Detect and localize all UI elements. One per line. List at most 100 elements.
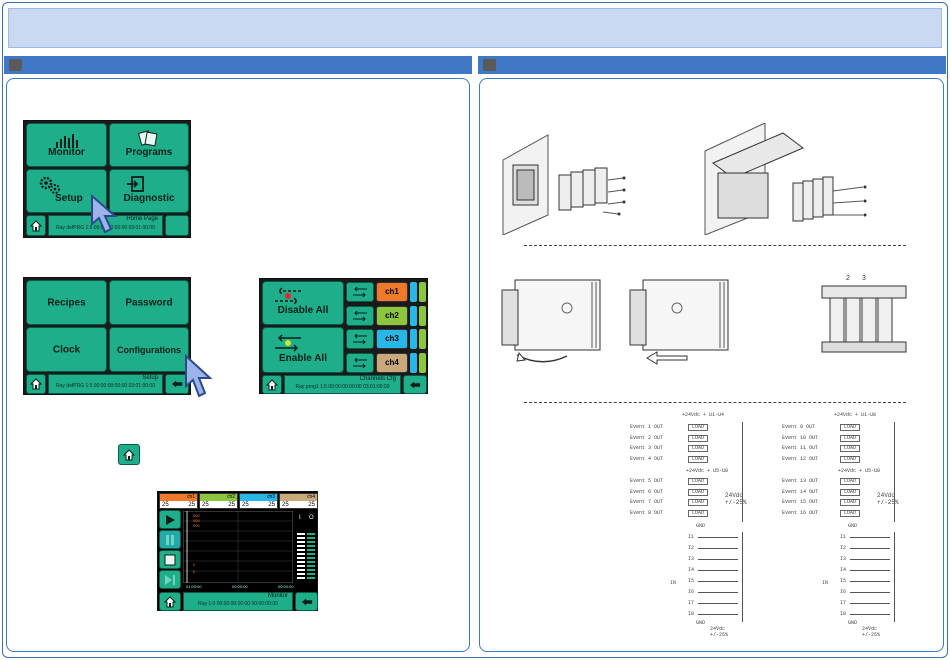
input-label: I5	[840, 578, 847, 584]
skip-button[interactable]	[159, 570, 181, 589]
channel-toggle-button[interactable]	[346, 305, 374, 326]
module-removal-drawing-2	[629, 279, 729, 365]
input-switch-line	[698, 614, 738, 615]
output-event-label: Event 16 OUT	[782, 509, 819, 516]
disable-all-tile[interactable]: Disable All	[262, 281, 344, 325]
channel-swap-icon	[353, 287, 367, 297]
pointer-cursor-icon	[185, 354, 213, 398]
channel-indicator	[410, 305, 417, 326]
monitor-tile[interactable]: Monitor	[26, 123, 107, 167]
configurations-tile[interactable]: Configurations	[109, 327, 189, 372]
divider-line	[524, 245, 906, 246]
input-label: I3	[688, 556, 695, 562]
section-badge	[483, 59, 496, 71]
channel-value: 25	[282, 502, 289, 508]
divider-line	[524, 402, 906, 403]
pause-button[interactable]	[159, 530, 181, 549]
output-event-label: Event 2 OUT	[630, 434, 664, 441]
load-box: LOAD	[840, 445, 861, 452]
channel-name: ch2	[200, 494, 237, 501]
control-column	[159, 510, 181, 590]
back-arrow-icon	[301, 598, 312, 605]
pointer-cursor-icon	[91, 194, 118, 234]
load-box: LOAD	[688, 455, 709, 463]
wiring-supply-header: +24Vdc + U5-U8	[686, 468, 729, 474]
home-icon	[266, 378, 278, 390]
rail-label: 3	[862, 275, 866, 282]
section-badge	[9, 59, 22, 71]
play-button[interactable]	[159, 510, 181, 529]
channel-indicator	[419, 305, 426, 326]
back-button[interactable]	[295, 592, 318, 611]
output-event-label: Event 7 OUT	[630, 499, 664, 505]
output-event-label: Event 13 OUT	[782, 478, 819, 484]
stop-button[interactable]	[159, 550, 181, 569]
monitor-channel-ch4[interactable]: ch4 25 25	[279, 493, 318, 509]
channel-toggle-button[interactable]	[346, 282, 374, 302]
input-switch-line	[850, 559, 890, 560]
input-switch-line	[698, 537, 738, 538]
channel-swap-icon	[353, 310, 367, 321]
output-event-label: Event 11 OUT	[782, 445, 819, 451]
gnd-label: GND	[848, 620, 858, 626]
page-label: Setup	[142, 375, 158, 381]
rail-label: 2	[846, 275, 850, 282]
time-label: 00:00:00	[232, 584, 248, 589]
home-button[interactable]	[26, 215, 46, 236]
time-axis: 01:00:00 00:00:00 00:00:00	[184, 584, 294, 590]
home-button[interactable]	[262, 375, 282, 394]
tile-label: Clock	[52, 344, 81, 355]
input-switch-line	[850, 548, 890, 549]
load-box: LOAD	[840, 424, 861, 431]
wiring-supply-header: +24Vdc + U1-U4	[682, 412, 725, 418]
load-box: LOAD	[688, 445, 709, 452]
supply-voltage-label: 24Vdc +/-25%	[710, 626, 729, 638]
channel-swap-icon	[353, 334, 367, 344]
channel-name: ch3	[240, 494, 277, 501]
channel-value: 25	[202, 502, 209, 508]
monitor-channel-ch1[interactable]: ch1 25 25	[159, 493, 198, 509]
channel-toggle-button[interactable]	[346, 329, 374, 349]
output-event-label: Event 14 OUT	[782, 488, 819, 495]
programs-tile[interactable]: Programs	[109, 123, 189, 167]
home-button[interactable]	[159, 592, 181, 611]
tile-label: Monitor	[48, 147, 85, 158]
svg-text:I: I	[299, 515, 301, 521]
channel-label-ch3[interactable]: ch3	[376, 329, 408, 349]
back-button[interactable]	[403, 375, 427, 394]
home-icon	[30, 219, 42, 231]
home-button[interactable]	[26, 374, 46, 394]
output-event-label: Event 5 OUT	[630, 478, 664, 484]
input-label: I2	[840, 545, 847, 551]
channel-toggle-button[interactable]	[346, 352, 374, 373]
channel-label-ch1[interactable]: ch1	[376, 282, 408, 302]
status-text: Ray prog1 1:5 00:00:00:00:00 03:01:00:00	[295, 384, 390, 390]
input-switch-line	[698, 570, 738, 571]
monitor-channel-ch2[interactable]: ch2 25 25	[199, 493, 238, 509]
monitor-channel-ch3[interactable]: ch3 25 25	[239, 493, 278, 509]
wiring-diagram-left: +24Vdc + U1-U4 Event 1 OUT LOAD Event 2 OUT…	[630, 412, 760, 642]
input-label: I8	[688, 611, 695, 617]
output-event-label: Event 1 OUT	[630, 424, 664, 430]
blank-button[interactable]	[165, 215, 189, 236]
play-icon	[166, 514, 175, 525]
input-label: I2	[688, 545, 695, 551]
output-event-label: Event 6 OUT	[630, 488, 664, 495]
tile-label: Programs	[125, 147, 173, 158]
load-box: LOAD	[840, 434, 861, 442]
output-event-label: Event 3 OUT	[630, 445, 664, 451]
channel-label-ch2[interactable]: ch2	[376, 305, 408, 326]
channel-indicator	[419, 329, 426, 349]
input-switch-line	[850, 570, 890, 571]
input-label: IN	[822, 580, 829, 586]
clock-tile[interactable]: Clock	[26, 327, 107, 372]
time-label: 01:00:00	[186, 584, 202, 589]
channel-row: ch1	[346, 281, 427, 303]
tile-label: Recipes	[47, 297, 86, 308]
channel-label-ch4[interactable]: ch4	[376, 352, 408, 373]
wiring-supply-header: +24Vdc + U1-U8	[834, 412, 877, 418]
password-tile[interactable]: Password	[109, 280, 189, 325]
enable-all-tile[interactable]: Enable All	[262, 327, 344, 373]
recipes-tile[interactable]: Recipes	[26, 280, 107, 325]
section-header-right	[478, 56, 946, 74]
